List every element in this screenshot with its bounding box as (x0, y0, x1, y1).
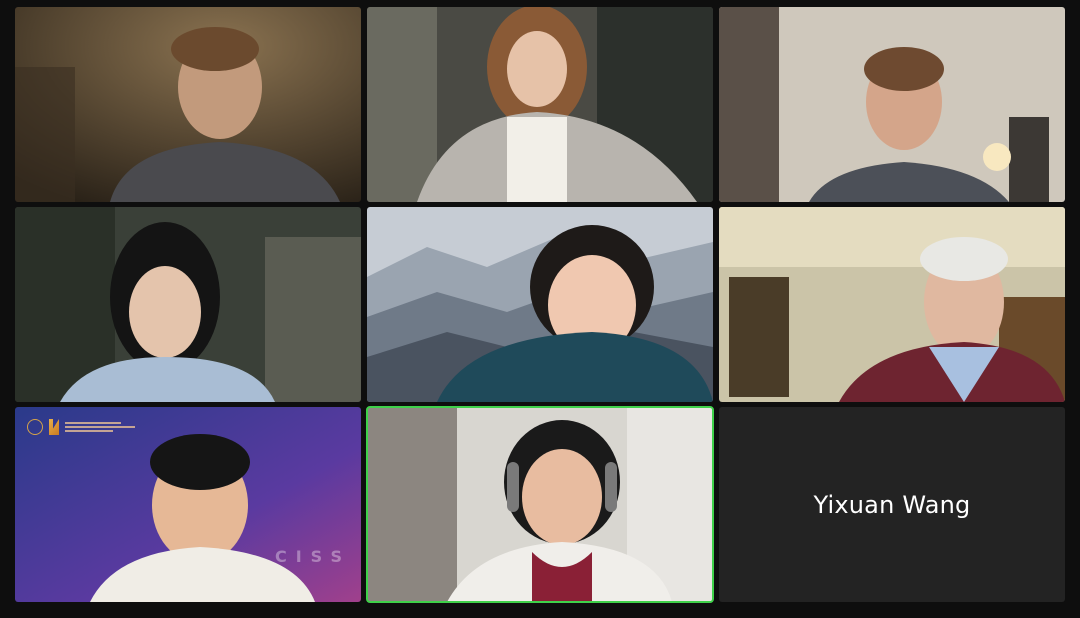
background-text: CISS (274, 547, 351, 566)
organization-logo (27, 419, 135, 435)
video-gallery: CISS Yixuan Wang (0, 0, 1080, 618)
video-tile-participant-5[interactable] (367, 207, 713, 402)
video-tile-participant-1[interactable] (15, 7, 361, 202)
participant-name: Yixuan Wang (813, 490, 971, 519)
seal-icon (27, 419, 43, 435)
participant-video (15, 407, 361, 602)
participant-video (367, 407, 713, 602)
video-tile-participant-4[interactable] (15, 207, 361, 402)
video-tile-participant-7[interactable]: CISS (15, 407, 361, 602)
participant-video (15, 7, 361, 202)
logo-mark-icon (49, 419, 59, 435)
video-tile-participant-2[interactable] (367, 7, 713, 202)
participant-video (719, 7, 1065, 202)
video-tile-participant-3[interactable] (719, 7, 1065, 202)
participant-video (367, 7, 713, 202)
participant-video (367, 207, 713, 402)
participant-video (15, 207, 361, 402)
video-tile-participant-8-active-speaker[interactable] (366, 406, 714, 603)
participant-video (719, 207, 1065, 402)
video-tile-participant-6[interactable] (719, 207, 1065, 402)
video-tile-participant-9-camera-off[interactable]: Yixuan Wang (719, 407, 1065, 602)
